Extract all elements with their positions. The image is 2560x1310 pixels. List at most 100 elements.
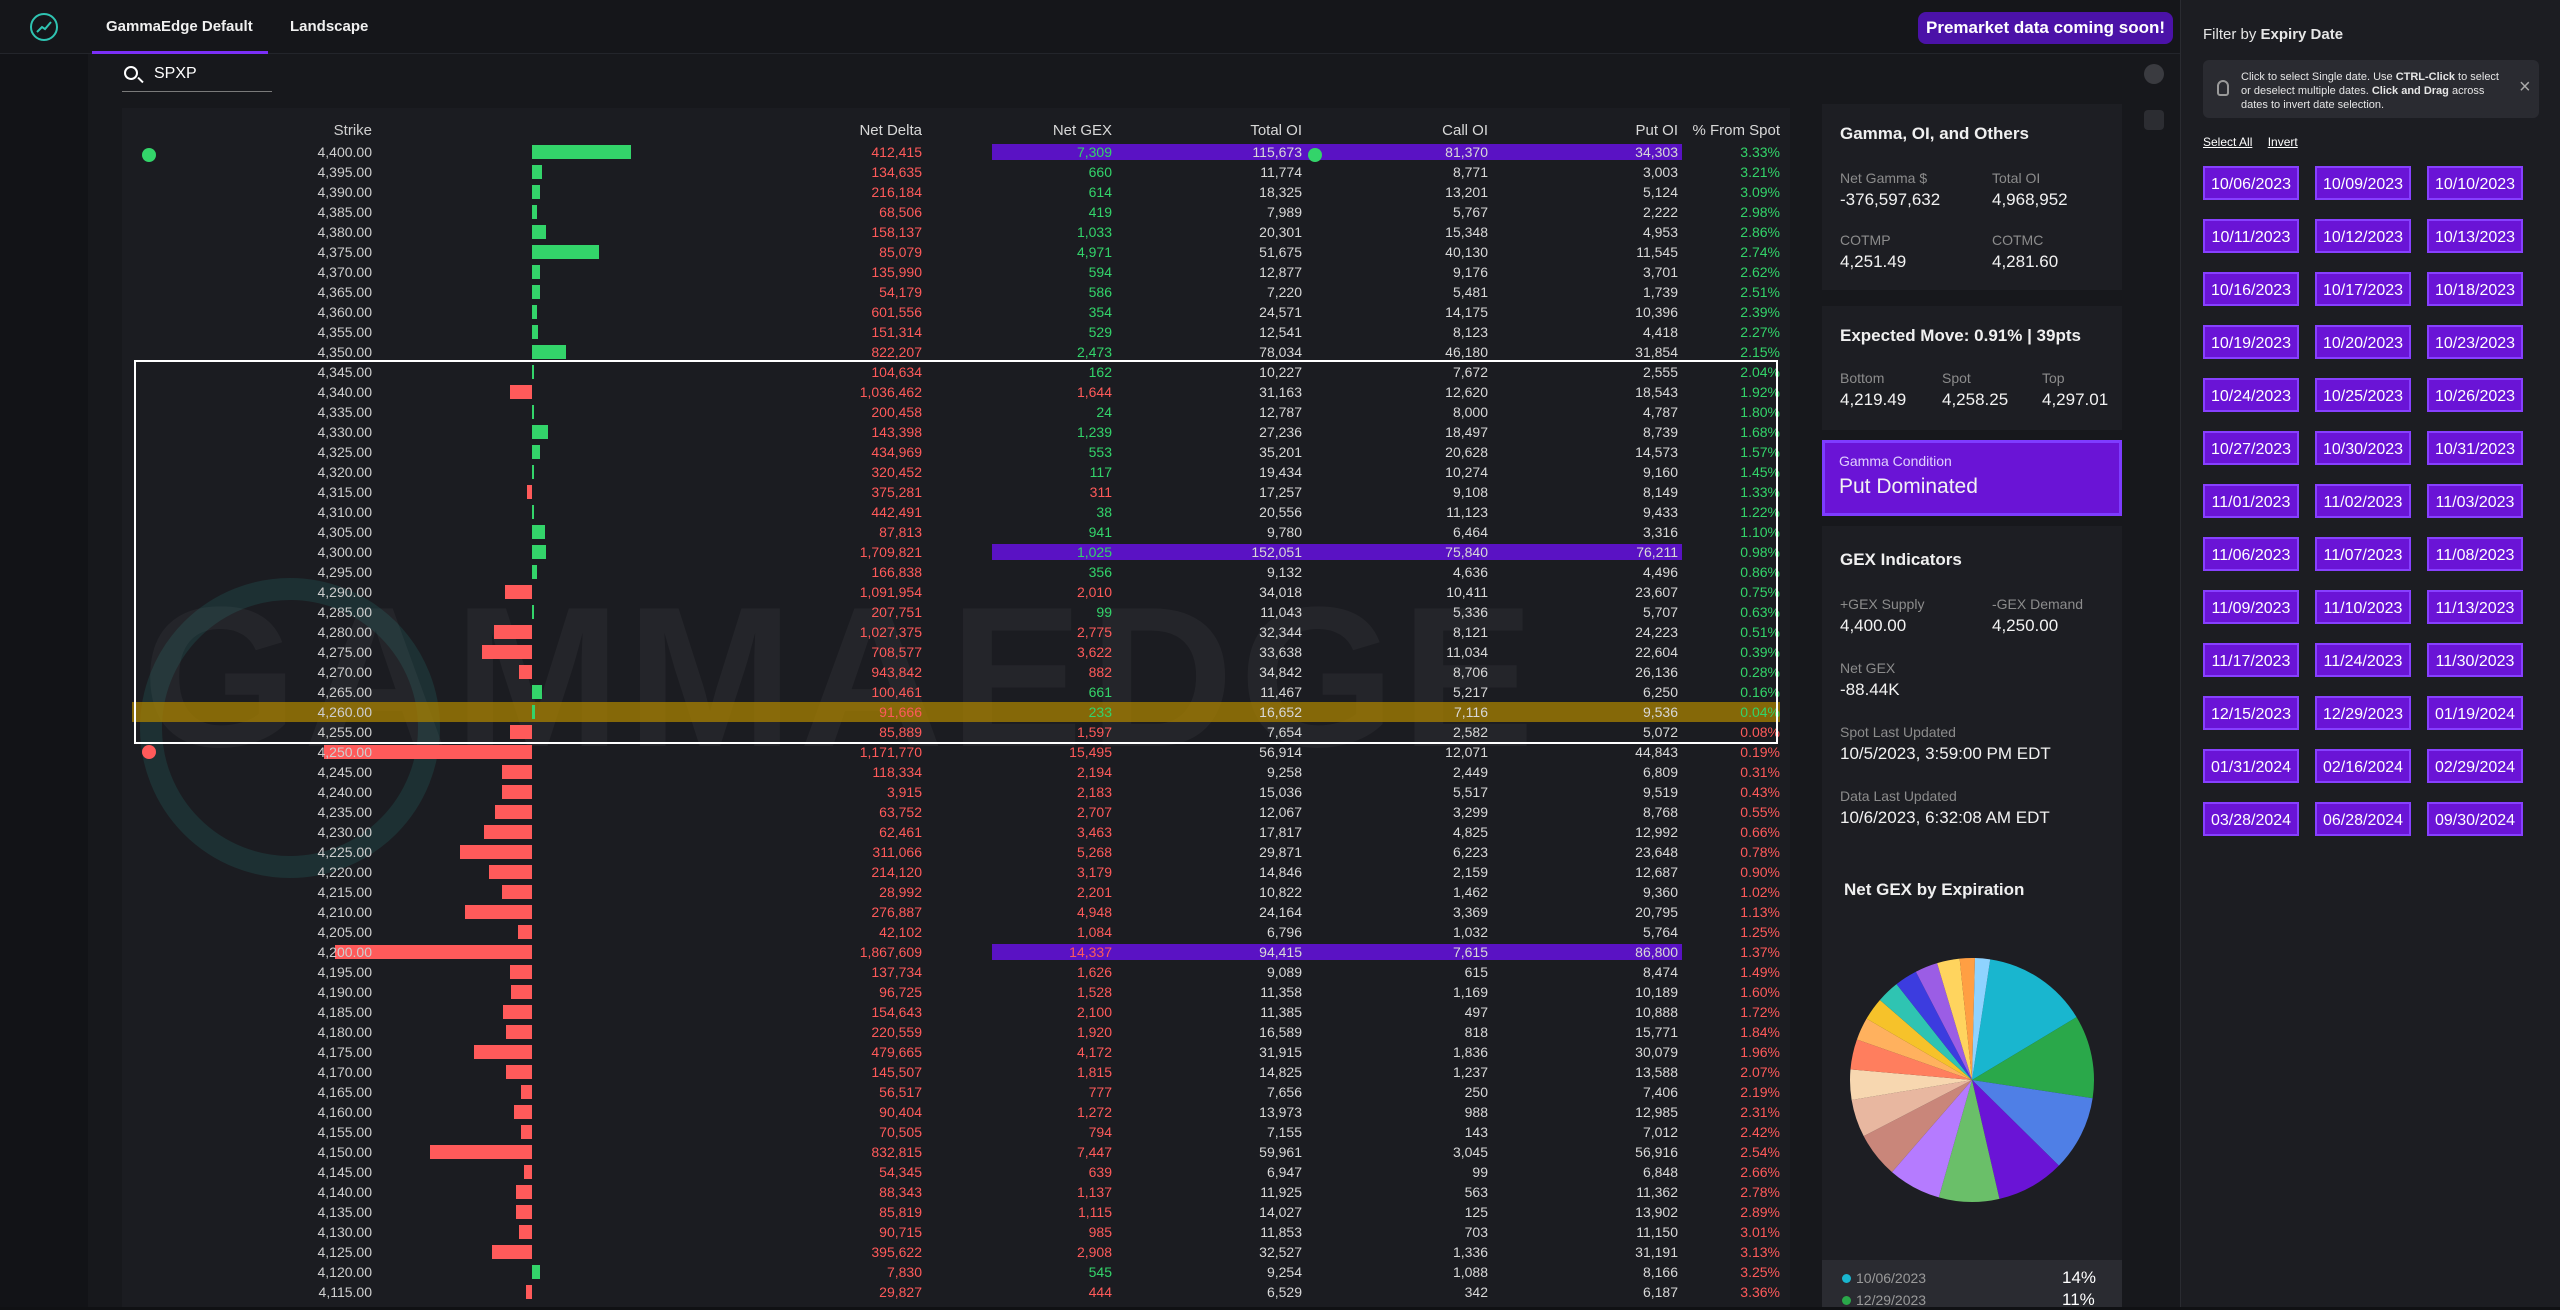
table-row[interactable]: 4,140.00 88,343 1,137 11,925 563 11,362 2.78% [122, 1182, 1790, 1202]
expiry-date-button[interactable]: 11/03/2023 [2427, 484, 2523, 518]
table-row[interactable]: 4,145.00 54,345 639 6,947 99 6,848 2.66% [122, 1162, 1790, 1182]
col-call-oi[interactable]: Call OI [1302, 122, 1488, 139]
table-row[interactable]: 4,355.00 151,314 529 12,541 8,123 4,418 2.27% [122, 322, 1790, 342]
expiry-date-button[interactable]: 10/31/2023 [2427, 431, 2523, 465]
table-row[interactable]: 4,370.00 135,990 594 12,877 9,176 3,701 2.62% [122, 262, 1790, 282]
close-icon[interactable]: × [2519, 76, 2531, 99]
table-row[interactable]: 4,150.00 832,815 7,447 59,961 3,045 56,916 2.5… [122, 1142, 1790, 1162]
table-row[interactable]: 4,195.00 137,734 1,626 9,089 615 8,474 1.49% [122, 962, 1790, 982]
table-row[interactable]: 4,180.00 220,559 1,920 16,589 818 15,771 1.84% [122, 1022, 1790, 1042]
table-row[interactable]: 4,330.00 143,398 1,239 27,236 18,497 8,739 1.6… [122, 422, 1790, 442]
table-row[interactable]: 4,185.00 154,643 2,100 11,385 497 10,888 1.72% [122, 1002, 1790, 1022]
expiry-date-button[interactable]: 01/31/2024 [2203, 749, 2299, 783]
expiry-date-button[interactable]: 12/15/2023 [2203, 696, 2299, 730]
expiry-date-button[interactable]: 01/19/2024 [2427, 696, 2523, 730]
expiry-date-button[interactable]: 12/29/2023 [2315, 696, 2411, 730]
table-row[interactable]: 4,300.00 1,709,821 1,025 152,051 75,840 76,21… [122, 542, 1790, 562]
legend-item[interactable]: 12/29/2023 [1842, 1292, 1926, 1308]
col-pct-from-spot[interactable]: % From Spot [1560, 122, 1780, 139]
expiry-date-button[interactable]: 11/08/2023 [2427, 537, 2523, 571]
table-row[interactable]: 4,270.00 943,842 882 34,842 8,706 26,136 0.28% [122, 662, 1790, 682]
expiry-date-button[interactable]: 10/16/2023 [2203, 272, 2299, 306]
expiry-date-button[interactable]: 11/13/2023 [2427, 590, 2523, 624]
expiry-date-button[interactable]: 11/17/2023 [2203, 643, 2299, 677]
table-row[interactable]: 4,160.00 90,404 1,272 13,973 988 12,985 2.31% [122, 1102, 1790, 1122]
table-row[interactable]: 4,365.00 54,179 586 7,220 5,481 1,739 2.51% [122, 282, 1790, 302]
table-row[interactable]: 4,125.00 395,622 2,908 32,527 1,336 31,191 3.1… [122, 1242, 1790, 1262]
table-row[interactable]: 4,210.00 276,887 4,948 24,164 3,369 20,795 1.1… [122, 902, 1790, 922]
expiry-date-button[interactable]: 11/01/2023 [2203, 484, 2299, 518]
table-row[interactable]: 4,315.00 375,281 311 17,257 9,108 8,149 1.33% [122, 482, 1790, 502]
col-total-oi[interactable]: Total OI [1122, 122, 1302, 139]
gammaedge-logo-icon[interactable] [30, 13, 58, 41]
expiry-date-button[interactable]: 10/17/2023 [2315, 272, 2411, 306]
expiry-date-button[interactable]: 10/26/2023 [2427, 378, 2523, 412]
table-row[interactable]: 4,385.00 68,506 419 7,989 5,767 2,222 2.98% [122, 202, 1790, 222]
select-all-link[interactable]: Select All [2203, 135, 2252, 149]
table-row[interactable]: 4,335.00 200,458 24 12,787 8,000 4,787 1.80% [122, 402, 1790, 422]
table-row[interactable]: 4,220.00 214,120 3,179 14,846 2,159 12,687 0.9… [122, 862, 1790, 882]
expiry-date-button[interactable]: 10/18/2023 [2427, 272, 2523, 306]
table-row[interactable]: 4,340.00 1,036,462 1,644 31,163 12,620 18,543… [122, 382, 1790, 402]
expiry-date-button[interactable]: 02/16/2024 [2315, 749, 2411, 783]
col-net-delta[interactable]: Net Delta [702, 122, 922, 139]
tab-landscape[interactable]: Landscape [290, 0, 368, 54]
table-row[interactable]: 4,130.00 90,715 985 11,853 703 11,150 3.01% [122, 1222, 1790, 1242]
chevron-right-icon[interactable] [2144, 64, 2164, 84]
legend-item[interactable]: 10/06/2023 [1842, 1270, 1926, 1286]
expiry-date-button[interactable]: 10/12/2023 [2315, 219, 2411, 253]
expiry-date-button[interactable]: 11/09/2023 [2203, 590, 2299, 624]
table-row[interactable]: 4,395.00 134,635 660 11,774 8,771 3,003 3.21% [122, 162, 1790, 182]
table-row[interactable]: 4,205.00 42,102 1,084 6,796 1,032 5,764 1.25% [122, 922, 1790, 942]
table-row[interactable]: 4,285.00 207,751 99 11,043 5,336 5,707 0.63% [122, 602, 1790, 622]
table-row[interactable]: 4,290.00 1,091,954 2,010 34,018 10,411 23,607… [122, 582, 1790, 602]
table-row[interactable]: 4,215.00 28,992 2,201 10,822 1,462 9,360 1.02% [122, 882, 1790, 902]
table-row[interactable]: 4,380.00 158,137 1,033 20,301 15,348 4,953 2.8… [122, 222, 1790, 242]
table-row[interactable]: 4,235.00 63,752 2,707 12,067 3,299 8,768 0.55% [122, 802, 1790, 822]
table-row[interactable]: 4,165.00 56,517 777 7,656 250 7,406 2.19% [122, 1082, 1790, 1102]
table-row[interactable]: 4,230.00 62,461 3,463 17,817 4,825 12,992 0.66… [122, 822, 1790, 842]
table-row[interactable]: 4,255.00 85,889 1,597 7,654 2,582 5,072 0.08% [122, 722, 1790, 742]
expiry-date-button[interactable]: 11/30/2023 [2427, 643, 2523, 677]
table-row[interactable]: 4,265.00 100,461 661 11,467 5,217 6,250 0.16% [122, 682, 1790, 702]
table-row[interactable]: 4,115.00 29,827 444 6,529 342 6,187 3.36% [122, 1282, 1790, 1302]
table-row[interactable]: 4,350.00 822,207 2,473 78,034 46,180 31,854 2.… [122, 342, 1790, 362]
expiry-date-button[interactable]: 03/28/2024 [2203, 802, 2299, 836]
expiry-date-button[interactable]: 10/25/2023 [2315, 378, 2411, 412]
expiry-date-button[interactable]: 10/10/2023 [2427, 166, 2523, 200]
camera-icon[interactable] [2144, 110, 2164, 130]
expiry-date-button[interactable]: 11/06/2023 [2203, 537, 2299, 571]
expiry-date-button[interactable]: 10/27/2023 [2203, 431, 2299, 465]
ticker-search[interactable]: SPXP [122, 62, 272, 92]
expiry-date-button[interactable]: 10/13/2023 [2427, 219, 2523, 253]
col-net-gex[interactable]: Net GEX [972, 122, 1112, 139]
expiry-date-button[interactable]: 10/11/2023 [2203, 219, 2299, 253]
table-row[interactable]: 4,120.00 7,830 545 9,254 1,088 8,166 3.25% [122, 1262, 1790, 1282]
expiry-date-button[interactable]: 10/19/2023 [2203, 325, 2299, 359]
expiry-date-button[interactable]: 10/09/2023 [2315, 166, 2411, 200]
expiry-date-button[interactable]: 10/30/2023 [2315, 431, 2411, 465]
table-row[interactable]: 4,390.00 216,184 614 18,325 13,201 5,124 3.09% [122, 182, 1790, 202]
expiry-date-button[interactable]: 09/30/2024 [2427, 802, 2523, 836]
table-row[interactable]: 4,200.00 1,867,609 14,337 94,415 7,615 86,800… [122, 942, 1790, 962]
table-row[interactable]: 4,360.00 601,556 354 24,571 14,175 10,396 2.39… [122, 302, 1790, 322]
table-row[interactable]: 4,375.00 85,079 4,971 51,675 40,130 11,545 2.7… [122, 242, 1790, 262]
expiry-date-button[interactable]: 11/07/2023 [2315, 537, 2411, 571]
table-row[interactable]: 4,225.00 311,066 5,268 29,871 6,223 23,648 0.7… [122, 842, 1790, 862]
table-row[interactable]: 4,320.00 320,452 117 19,434 10,274 9,160 1.45% [122, 462, 1790, 482]
tab-gammaedge-default[interactable]: GammaEdge Default [92, 0, 268, 54]
table-row[interactable]: 4,260.00 91,666 233 16,652 7,116 9,536 0.04% [122, 702, 1790, 722]
expiry-date-button[interactable]: 11/10/2023 [2315, 590, 2411, 624]
expiry-date-button[interactable]: 11/02/2023 [2315, 484, 2411, 518]
search-input[interactable]: SPXP [154, 65, 197, 83]
expiry-date-button[interactable]: 02/29/2024 [2427, 749, 2523, 783]
table-row[interactable]: 4,305.00 87,813 941 9,780 6,464 3,316 1.10% [122, 522, 1790, 542]
table-row[interactable]: 4,240.00 3,915 2,183 15,036 5,517 9,519 0.43% [122, 782, 1790, 802]
invert-link[interactable]: Invert [2268, 135, 2298, 149]
table-row[interactable]: 4,400.00 412,415 7,309 115,673 81,370 34,303 3… [122, 142, 1790, 162]
expiry-date-button[interactable]: 10/23/2023 [2427, 325, 2523, 359]
table-row[interactable]: 4,275.00 708,577 3,622 33,638 11,034 22,604 0.… [122, 642, 1790, 662]
table-row[interactable]: 4,245.00 118,334 2,194 9,258 2,449 6,809 0.31% [122, 762, 1790, 782]
table-row[interactable]: 4,280.00 1,027,375 2,775 32,344 8,121 24,223 0… [122, 622, 1790, 642]
table-row[interactable]: 4,310.00 442,491 38 20,556 11,123 9,433 1.22% [122, 502, 1790, 522]
